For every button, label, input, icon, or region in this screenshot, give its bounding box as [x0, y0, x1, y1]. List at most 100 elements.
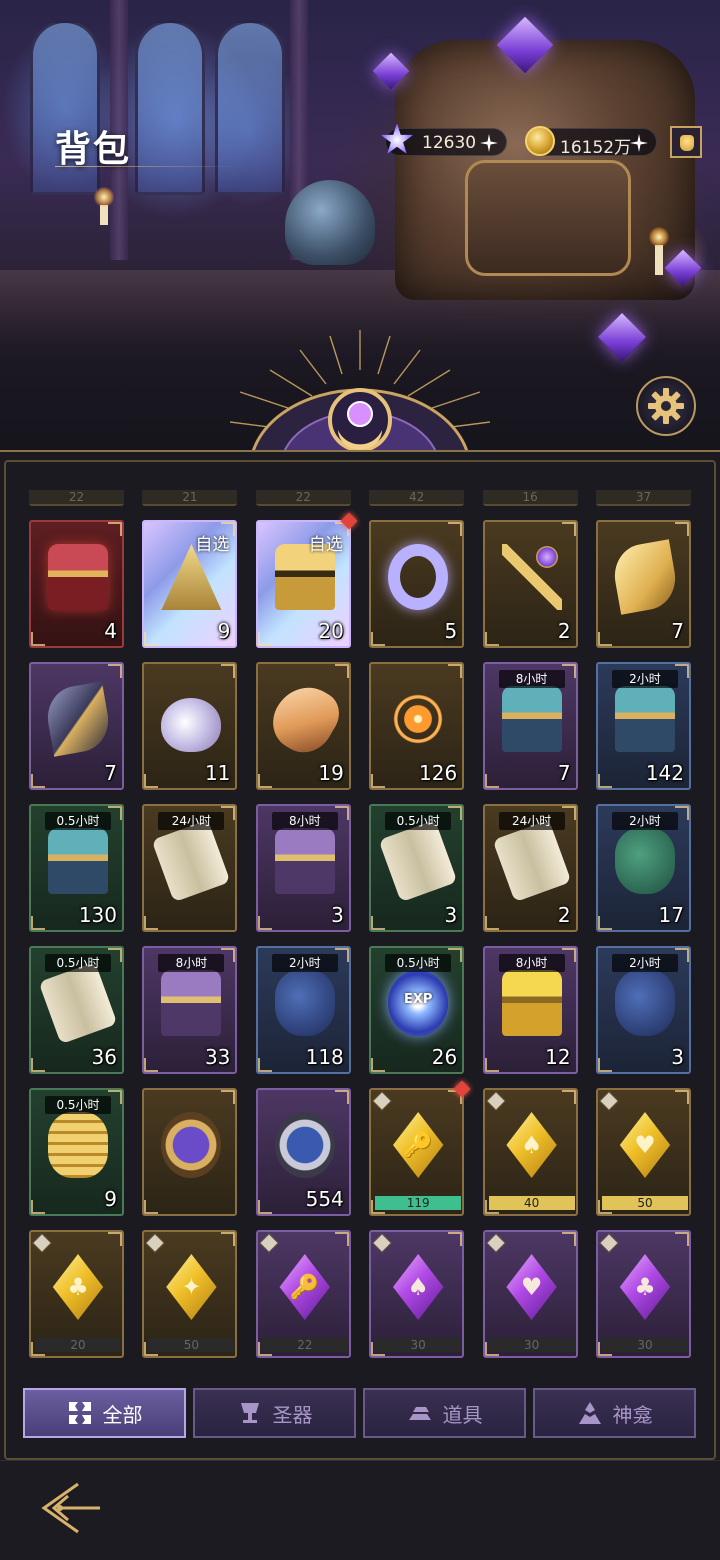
progress-bar: 30: [375, 1338, 462, 1352]
crystal-symbol-icon: 🔑: [289, 1273, 320, 1301]
inventory-slot-gold-crystal-spade[interactable]: ♠ 40: [482, 1088, 578, 1216]
inventory-slot-purple-crystal-spade[interactable]: ♠ 30: [369, 1230, 465, 1358]
progress-bar: 50: [148, 1338, 235, 1352]
frame-corner: [221, 1090, 236, 1104]
inventory-slot-conch-shell[interactable]: 19: [255, 662, 351, 790]
inventory-slot-blue-coin-sack-2h[interactable]: 2小时 3: [596, 946, 691, 1074]
scrolled-slot-count: 21: [142, 490, 238, 506]
inventory-slot-blue-sack-exp-2h[interactable]: 2小时 118: [255, 946, 351, 1074]
purple-gold-chest-8h-icon: [501, 970, 562, 1036]
item-count: 9: [104, 1187, 117, 1211]
progress-value: 50: [637, 1196, 653, 1210]
progress-bar: 50: [602, 1196, 688, 1210]
duration-badge: 0.5小时: [385, 812, 452, 830]
purple-chest-8h-icon: [501, 686, 562, 752]
item-count: 12: [545, 1045, 571, 1069]
inventory-slot-crystal-ring[interactable]: 5: [369, 520, 465, 648]
item-count: 33: [204, 1045, 231, 1069]
frame-corner: [31, 1058, 45, 1072]
item-count: 7: [557, 761, 571, 785]
inventory-slot-mystery-selection-box[interactable]: 自选 9: [142, 520, 238, 648]
inventory-slot-red-treasure-chest[interactable]: 4: [29, 520, 124, 648]
settings-button[interactable]: [636, 376, 696, 436]
frame-corner: [144, 916, 159, 930]
progress-bar: 22: [261, 1338, 348, 1352]
frame-corner: [448, 522, 463, 536]
item-count: 142: [645, 761, 684, 785]
tab-all[interactable]: 全部: [23, 1388, 186, 1438]
gear-icon: [648, 388, 684, 424]
inventory-slot-gold-crystal-heart[interactable]: ♥ 50: [596, 1088, 691, 1216]
green-scroll-05h-icon: [378, 819, 458, 903]
inventory-slot-fireworks[interactable]: 126: [369, 662, 465, 790]
inventory-slot-blue-sack-2h[interactable]: 2小时 17: [596, 804, 691, 932]
purple-crystal-keyhole-icon: 🔑: [279, 1254, 330, 1320]
frame-corner: [108, 664, 122, 678]
inventory-slot-purple-chest-8h[interactable]: 8小时 7: [482, 662, 578, 790]
inventory-slot-golden-feather[interactable]: 7: [596, 520, 691, 648]
inventory-slot-purple-gold-chest-8h[interactable]: 8小时 12: [482, 946, 578, 1074]
page-title: 背包: [55, 128, 132, 170]
duration-badge: 24小时: [498, 812, 565, 830]
scrolled-slot-count: 22: [255, 490, 351, 506]
inventory-slot-green-scroll-05h-b[interactable]: 0.5小时 36: [29, 946, 124, 1074]
crystal-symbol-icon: ♠: [407, 1273, 429, 1301]
frame-corner: [448, 664, 463, 678]
money-bag-button[interactable]: [670, 126, 702, 158]
frame-corner: [108, 1232, 122, 1246]
sparkle-add-icon[interactable]: [480, 134, 498, 152]
inventory-slot-silver-rune-medal[interactable]: 554: [255, 1088, 351, 1216]
frame-corner: [598, 632, 612, 646]
duration-badge: 2小时: [612, 670, 678, 688]
inventory-slot-purple-crystal-keyhole[interactable]: 🔑 22: [255, 1230, 351, 1358]
inventory-slot-golden-selection-chest[interactable]: 自选 20: [255, 520, 351, 648]
inventory-slot-pearl-flask[interactable]: 11: [142, 662, 238, 790]
scrolled-slot-count: 42: [369, 490, 465, 506]
inventory-slot-green-chest-05h[interactable]: 0.5小时 130: [29, 804, 124, 932]
back-arrow-icon[interactable]: [38, 1478, 104, 1538]
purple-chest-exp-8h-b-icon: [161, 970, 222, 1036]
item-count: 17: [658, 903, 684, 927]
inventory-slot-purple-chest-exp-8h-b[interactable]: 8小时 33: [142, 946, 238, 1074]
inventory-slot-purple-crystal-heart[interactable]: ♥ 30: [482, 1230, 578, 1358]
item-count: 20: [318, 619, 344, 643]
inventory-slot-blue-chest-2h[interactable]: 2小时 142: [596, 662, 691, 790]
inventory-slot-amethyst-key[interactable]: 2: [482, 520, 578, 648]
frame-corner: [675, 522, 689, 536]
selectable-label: 自选: [195, 535, 230, 555]
gold-treasure-24h-icon: [151, 819, 231, 903]
inventory-slot-gold-crystal-star[interactable]: ✦ 50: [142, 1230, 238, 1358]
crystal-ring-icon: [388, 544, 449, 610]
blue-sack-2h-icon: [615, 828, 675, 894]
blue-coin-sack-2h-icon: [615, 970, 675, 1036]
green-scroll-05h-b-icon: [38, 961, 118, 1045]
inventory-slot-exp-orbs-05h[interactable]: EXP 0.5小时 26: [369, 946, 465, 1074]
gold-crystal-star-icon: ✦: [166, 1254, 217, 1320]
tab-relics[interactable]: 圣器: [193, 1388, 356, 1438]
inventory-slot-gold-crystal-club[interactable]: ♣ 20: [29, 1230, 124, 1358]
frame-corner: [31, 916, 45, 930]
progress-value: 30: [410, 1338, 426, 1352]
gold-crystal-keyhole-icon: 🔑: [392, 1112, 444, 1178]
star-crystal-icon: [380, 123, 418, 161]
inventory-slot-gold-scroll-24h[interactable]: 24小时 2: [482, 804, 578, 932]
inventory-slot-coin-stack-05h[interactable]: 0.5小时 9: [29, 1088, 124, 1216]
frame-corner: [31, 774, 45, 788]
inventory-slot-gold-rune-medal[interactable]: [142, 1088, 238, 1216]
inventory-slot-gold-treasure-24h[interactable]: 24小时: [142, 804, 238, 932]
inventory-slot-gold-crystal-keyhole[interactable]: 🔑 119: [369, 1088, 465, 1216]
item-count: 7: [671, 619, 684, 643]
purple-crystal-heart-icon: ♥: [506, 1254, 557, 1320]
frame-corner: [371, 632, 386, 646]
progress-bar: 30: [602, 1338, 688, 1352]
silver-rune-medal-icon: [274, 1112, 335, 1178]
inventory-slot-purple-chest-exp-8h[interactable]: 8小时 3: [255, 804, 351, 932]
tab-shrine[interactable]: 神龛: [533, 1388, 696, 1438]
tab-props[interactable]: 道具: [363, 1388, 526, 1438]
frame-corner: [561, 522, 576, 536]
inventory-slot-dark-feather[interactable]: 7: [29, 662, 124, 790]
inventory-slot-green-scroll-05h[interactable]: 0.5小时 3: [369, 804, 465, 932]
inventory-slot-purple-crystal-club[interactable]: ♣ 30: [596, 1230, 691, 1358]
sparkle-add-icon[interactable]: [630, 134, 648, 152]
frame-corner: [144, 774, 159, 788]
